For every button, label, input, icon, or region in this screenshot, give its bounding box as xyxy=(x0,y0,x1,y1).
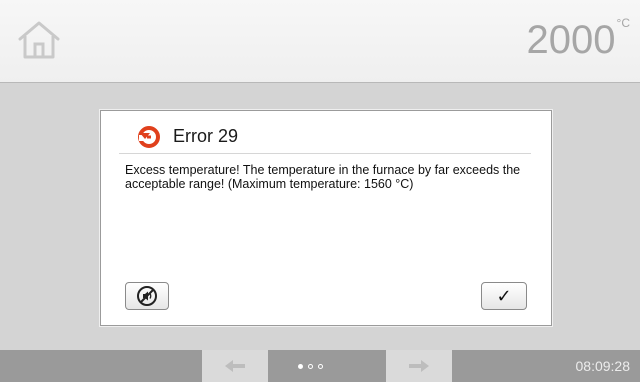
error-dialog: Error 29 Excess temperature! The tempera… xyxy=(100,110,552,326)
page-dot xyxy=(318,363,323,369)
mute-button[interactable] xyxy=(125,282,169,310)
temperature-display: 2000°C xyxy=(527,16,630,63)
prev-page-button[interactable] xyxy=(202,350,268,382)
dialog-message: Excess temperature! The temperature in t… xyxy=(125,163,521,191)
top-bar: 2000°C xyxy=(0,0,640,83)
page-indicator xyxy=(298,361,358,371)
temperature-value: 2000 xyxy=(526,18,616,62)
arrow-right-icon xyxy=(409,360,429,372)
dialog-header: Error 29 xyxy=(119,125,531,154)
bottom-bar: 08:09:28 xyxy=(0,350,640,382)
home-button[interactable] xyxy=(16,18,62,62)
temperature-unit: °C xyxy=(616,16,630,30)
arrow-left-icon xyxy=(225,360,245,372)
mute-sound-icon xyxy=(137,286,157,306)
dialog-title: Error 29 xyxy=(173,126,239,146)
confirm-label: ✓ xyxy=(496,285,512,307)
next-page-button[interactable] xyxy=(386,350,452,382)
confirm-button[interactable]: ✓ xyxy=(481,282,527,310)
clock: 08:09:28 xyxy=(575,358,631,374)
home-icon xyxy=(18,21,60,59)
page-dot-active xyxy=(298,363,303,369)
page-dot xyxy=(308,363,313,369)
error-icon xyxy=(138,126,160,148)
